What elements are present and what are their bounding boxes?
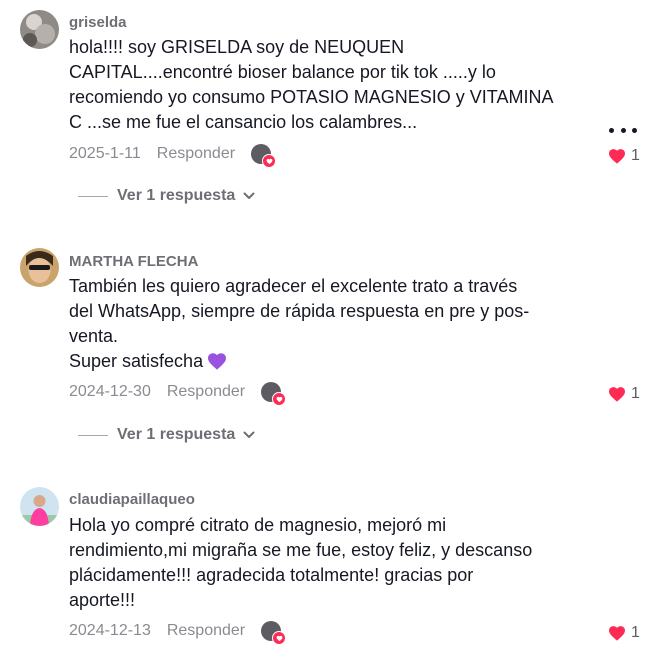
reply-button[interactable]: Responder bbox=[157, 145, 235, 163]
heart-icon bbox=[609, 149, 625, 164]
like-button[interactable]: 1 bbox=[608, 144, 640, 168]
avatar[interactable] bbox=[20, 248, 59, 287]
comment-username[interactable]: griselda bbox=[69, 14, 127, 31]
comment-meta: 2025-1-11 Responder bbox=[69, 142, 277, 168]
more-options-icon[interactable] bbox=[609, 128, 637, 138]
comment-text-line: Hola yo compré citrato de magnesio, mejo… bbox=[69, 515, 447, 535]
comment-text-line: venta. bbox=[69, 326, 119, 346]
reply-button[interactable]: Responder bbox=[167, 622, 245, 640]
comment-text-line: recomiendo yo consumo POTASIO MAGNESIO y… bbox=[69, 87, 554, 107]
like-count: 1 bbox=[631, 147, 640, 164]
view-replies-button[interactable]: Ver 1 respuesta bbox=[78, 424, 255, 446]
creator-liked-icon bbox=[261, 382, 287, 406]
creator-liked-icon bbox=[261, 621, 287, 645]
like-count: 1 bbox=[631, 624, 640, 641]
avatar[interactable] bbox=[20, 10, 59, 49]
comment-text-line: Super satisfecha bbox=[69, 349, 589, 374]
reply-button[interactable]: Responder bbox=[167, 383, 245, 401]
heart-icon bbox=[609, 387, 625, 402]
comment-text-line: rendimiento,mi migraña se me fue, estoy … bbox=[69, 540, 533, 560]
creator-liked-icon bbox=[251, 144, 277, 168]
comment-date: 2025-1-11 bbox=[69, 145, 141, 162]
avatar[interactable] bbox=[20, 487, 59, 526]
comment-text: También les quiero agradecer el excelent… bbox=[69, 274, 589, 374]
comment-meta: 2024-12-30 Responder bbox=[69, 380, 287, 406]
comment-meta: 2024-12-13 Responder bbox=[69, 619, 287, 645]
heart-icon bbox=[609, 626, 625, 641]
comment-text-line: CAPITAL....encontré bioser balance por t… bbox=[69, 62, 496, 82]
comment-date: 2024-12-13 bbox=[69, 622, 151, 639]
comment-text-line: plácidamente!!! agradecida totalmente! g… bbox=[69, 565, 474, 585]
comment-username[interactable]: MARTHA FLECHA bbox=[69, 253, 198, 270]
divider-line bbox=[78, 434, 108, 436]
comment-text-line: También les quiero agradecer el excelent… bbox=[69, 276, 518, 296]
comment-text-line: del WhatsApp, siempre de rápida respuest… bbox=[69, 301, 530, 321]
like-button[interactable]: 1 bbox=[608, 382, 640, 406]
view-replies-button[interactable]: Ver 1 respuesta bbox=[78, 185, 255, 207]
view-replies-label: Ver 1 respuesta bbox=[117, 426, 236, 443]
comment-text-line-content: Super satisfecha bbox=[69, 351, 204, 371]
like-button[interactable]: 1 bbox=[608, 621, 640, 645]
comment-text-line: hola!!!! soy GRISELDA soy de NEUQUEN bbox=[69, 37, 405, 57]
comment-date: 2024-12-30 bbox=[69, 383, 151, 400]
comment-username[interactable]: claudiapaillaqueo bbox=[69, 491, 195, 508]
more-dot bbox=[632, 128, 637, 133]
more-dot bbox=[620, 128, 626, 133]
chevron-down-icon bbox=[243, 431, 255, 438]
view-replies-label: Ver 1 respuesta bbox=[117, 187, 236, 204]
divider-line bbox=[78, 195, 108, 197]
comment-text: hola!!!! soy GRISELDA soy de NEUQUEN CAP… bbox=[69, 35, 589, 135]
comment-text: Hola yo compré citrato de magnesio, mejo… bbox=[69, 513, 589, 613]
like-count: 1 bbox=[631, 385, 640, 402]
more-dot bbox=[609, 128, 614, 133]
purple-heart-emoji bbox=[208, 353, 227, 370]
comment-text-line: C ...se me fue el cansancio los calambre… bbox=[69, 112, 418, 132]
chevron-down-icon bbox=[243, 192, 255, 199]
comment-text-line: aporte!!! bbox=[69, 590, 136, 610]
